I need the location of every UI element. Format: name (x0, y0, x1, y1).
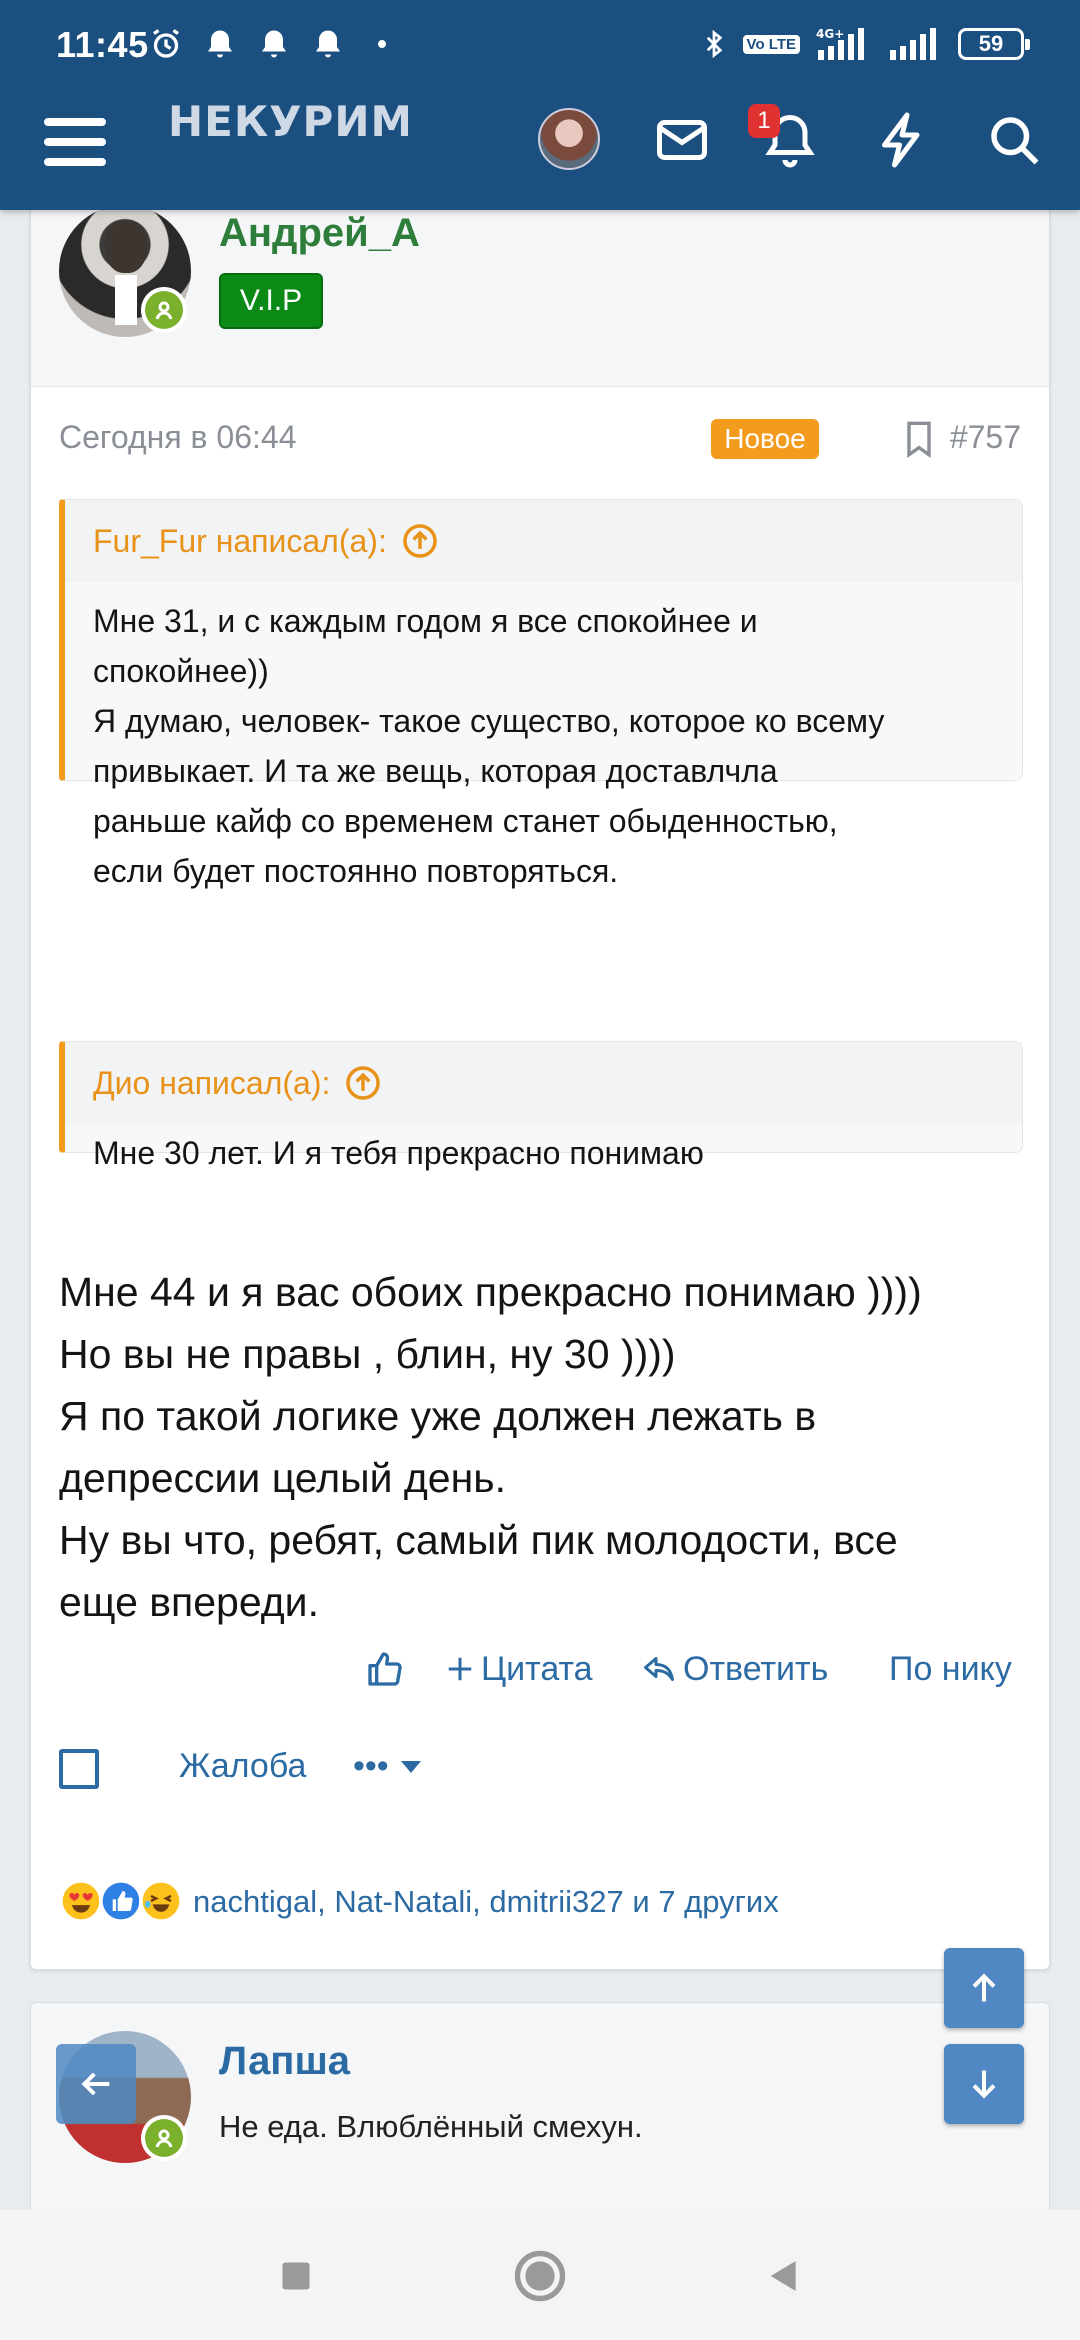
home-circle-icon (514, 2250, 566, 2302)
bell-status-icon (262, 30, 286, 58)
thumbs-up-icon (368, 1652, 402, 1686)
bluetooth-icon (706, 29, 722, 59)
notification-count-badge: 1 (748, 104, 780, 138)
quote-block: Fur_Fur написал(а): Мне 31, и с каждым г… (59, 499, 1023, 889)
reply-icon (644, 1657, 674, 1681)
by-nick-button[interactable]: По нику (889, 1639, 1012, 1699)
quote-line: раньше кайф со временем станет обыденнос… (93, 803, 838, 839)
vip-badge: V.I.P (219, 273, 323, 329)
envelope-icon (657, 120, 707, 160)
recents-button[interactable] (264, 2244, 328, 2308)
quote-line: привыкает. И та же вещь, которая доставл… (93, 753, 778, 789)
caret-down-icon (400, 1760, 421, 1773)
post-line: Я по такой логике уже должен лежать в (59, 1393, 817, 1439)
status-icons-right: Vo LTE 4G+ 59 (699, 26, 1030, 62)
search-button[interactable] (984, 110, 1044, 170)
reply-button[interactable]: Ответить (641, 1639, 828, 1699)
new-badge: Новое (711, 419, 819, 459)
signal-4g-icon: 4G+ (816, 27, 864, 60)
quote-line: Мне 30 лет. И я тебя прекрасно понимаю (93, 1135, 704, 1171)
quote-header[interactable]: Дио написал(а): (65, 1042, 1022, 1124)
heart-eyes-emoji-icon (59, 1879, 103, 1923)
quote-block: Дио написал(а): Мне 30 лет. И я тебя пре… (59, 1041, 1023, 1171)
post-line: депрессии целый день. (59, 1455, 506, 1501)
alarm-icon (153, 29, 179, 58)
status-time: 11:45 (56, 24, 149, 65)
more-notifications-dot (378, 40, 386, 48)
home-button[interactable] (508, 2244, 572, 2308)
arrow-left-icon (81, 2072, 110, 2096)
post-actions: Цитата Ответить По нику (31, 1639, 1049, 1699)
reactions-summary[interactable]: nachtigal, Nat-Natali, dmitrii327 и 7 др… (59, 1877, 779, 1927)
network-type-label: 4G+ (816, 27, 844, 41)
search-icon (991, 117, 1039, 165)
author-name[interactable]: Андрей_А (219, 211, 420, 256)
system-nav-bar (0, 2210, 1080, 2340)
quote-line: если будет постоянно повторяться. (93, 853, 619, 889)
bell-status-icon (316, 30, 340, 58)
scroll-top-button[interactable] (944, 1948, 1024, 2028)
status-bar: 11:45 Vo LTE 4G+ 59 (0, 0, 1080, 90)
inbox-button[interactable] (652, 110, 712, 170)
status-icons-left (148, 26, 386, 62)
quote-author[interactable]: Fur_Fur написал(а): (93, 523, 387, 560)
scroll-bottom-button[interactable] (944, 2044, 1024, 2124)
select-post-checkbox[interactable] (59, 1749, 99, 1789)
reaction-icons (59, 1877, 191, 1927)
quote-body: Мне 31, и с каждым годом я все спокойнее… (65, 582, 1022, 896)
post-secondary-actions: Жалоба ••• (59, 1741, 1021, 1801)
post-line: еще впереди. (59, 1579, 319, 1625)
arrow-up-icon (972, 1973, 996, 2002)
post-card: Андрей_А V.I.P Сегодня в 06:44 Новое #75… (30, 160, 1050, 1970)
post-line: Ну вы что, ребят, самый пик молодости, в… (59, 1517, 898, 1563)
quote-header[interactable]: Fur_Fur написал(а): (65, 500, 1022, 582)
next-author-title: Не еда. Влюблённый смехун. (219, 2109, 643, 2144)
back-button[interactable] (752, 2244, 816, 2308)
like-button[interactable] (365, 1639, 405, 1699)
online-status-icon (141, 2115, 187, 2161)
quote-label: Цитата (481, 1649, 593, 1688)
arrow-up-circle-icon[interactable] (401, 522, 439, 560)
menu-icon[interactable] (44, 118, 106, 174)
signal-icon (890, 28, 936, 60)
report-button[interactable]: Жалоба (179, 1747, 306, 1786)
quote-author[interactable]: Дио написал(а): (93, 1065, 330, 1102)
back-floating-button[interactable] (56, 2044, 136, 2124)
whats-new-button[interactable] (872, 110, 932, 170)
lightning-icon (882, 112, 920, 168)
online-status-icon (141, 287, 187, 333)
post-body: Мне 44 и я вас обоих прекрасно понимаю )… (59, 1261, 1029, 1633)
post-line: Но вы не правы , блин, ну 30 )))) (59, 1331, 676, 1377)
arrow-up-circle-icon[interactable] (344, 1064, 382, 1102)
more-label: ••• (353, 1747, 389, 1785)
top-header: 11:45 Vo LTE 4G+ 59 НЕКУРИМ НЕПЬЕМ... (0, 0, 1080, 210)
bell-status-icon (208, 30, 232, 58)
back-triangle-icon (770, 2261, 796, 2291)
reactions-names[interactable]: nachtigal, Nat-Natali, dmitrii327 и 7 др… (193, 1884, 779, 1920)
quote-body: Мне 30 лет. И я тебя прекрасно понимаю (65, 1124, 1022, 1178)
post-number[interactable]: #757 (950, 419, 1021, 456)
site-logo[interactable]: НЕКУРИМ НЕПЬЕМ... (168, 100, 408, 144)
battery-icon: 59 (958, 28, 1030, 60)
plus-icon (448, 1657, 472, 1681)
reply-label: Ответить (683, 1649, 829, 1688)
next-author-name[interactable]: Лапша (219, 2039, 350, 2084)
app-bar: НЕКУРИМ НЕПЬЕМ... 1 (0, 90, 1080, 210)
like-emoji-icon (99, 1879, 143, 1923)
account-avatar[interactable] (538, 108, 600, 170)
volte-badge: Vo LTE (742, 34, 800, 54)
by-nick-label: По нику (889, 1649, 1012, 1688)
arrow-down-icon (972, 2070, 996, 2099)
quote-button[interactable]: Цитата (445, 1639, 593, 1699)
quote-line: Я думаю, человек- такое существо, которо… (93, 703, 885, 739)
square-icon (282, 2262, 310, 2290)
post-meta: Сегодня в 06:44 Новое #757 (59, 419, 1021, 459)
post-date[interactable]: Сегодня в 06:44 (59, 419, 297, 456)
bookmark-icon[interactable] (901, 419, 937, 459)
laughing-emoji-icon (139, 1879, 183, 1923)
quote-line: спокойнее)) (93, 653, 269, 689)
quote-line: Мне 31, и с каждым годом я все спокойнее… (93, 603, 758, 639)
more-options-button[interactable]: ••• (353, 1747, 425, 1786)
post-line: Мне 44 и я вас обоих прекрасно понимаю )… (59, 1269, 922, 1315)
